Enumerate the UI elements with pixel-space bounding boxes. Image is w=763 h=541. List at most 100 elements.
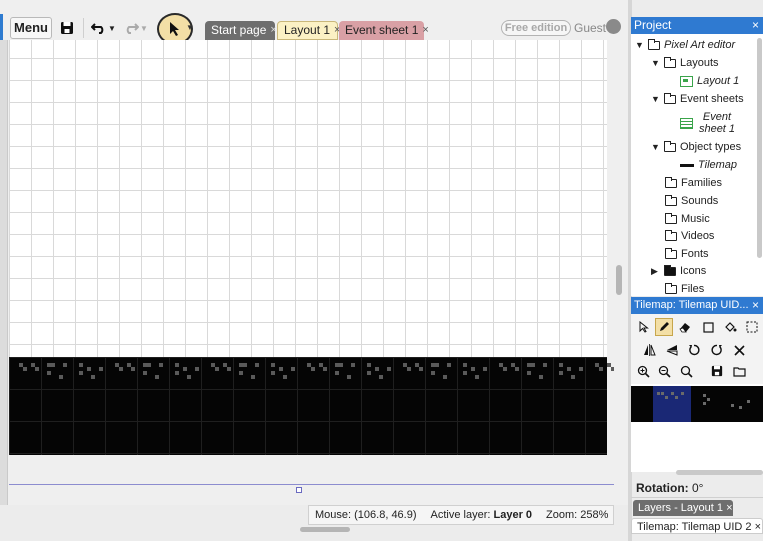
- rotate-ccw-icon[interactable]: [685, 341, 703, 359]
- close-icon[interactable]: ×: [752, 17, 759, 34]
- selection-icon[interactable]: [743, 318, 761, 336]
- flip-icon[interactable]: [663, 341, 681, 359]
- select-dropdown-icon[interactable]: ▼: [186, 23, 194, 32]
- rotate-cw-icon[interactable]: [708, 341, 726, 359]
- tile-pixel: [443, 375, 447, 379]
- tile-pixel: [407, 367, 411, 371]
- layout-boundary: [9, 484, 614, 485]
- canvas-margin: [9, 455, 607, 505]
- tile-pixel: [87, 367, 91, 371]
- tile-pixel: [559, 371, 563, 375]
- tree-item-event-sheets[interactable]: ▼ Event sheets: [651, 92, 744, 105]
- tileset-scrollbar[interactable]: [676, 470, 763, 475]
- expand-triangle-icon[interactable]: ▼: [635, 40, 644, 50]
- tree-item-files[interactable]: Files: [665, 282, 704, 295]
- tile-pixel: [671, 392, 674, 395]
- resize-handle[interactable]: [296, 487, 302, 493]
- tree-item-event-sheet-1[interactable]: Event sheet 1: [680, 111, 740, 135]
- tree-item-families[interactable]: Families: [665, 176, 722, 189]
- folder-icon: [664, 56, 676, 68]
- redo-dropdown-icon[interactable]: ▼: [138, 16, 150, 40]
- mirror-icon[interactable]: [640, 341, 658, 359]
- tab-layers[interactable]: Layers - Layout 1 ×: [633, 500, 733, 516]
- folder-icon: [664, 92, 676, 104]
- folder-icon[interactable]: [730, 362, 748, 380]
- tile-pixel: [291, 367, 295, 371]
- eraser-icon[interactable]: [676, 318, 694, 336]
- tileset-preview[interactable]: [631, 384, 763, 472]
- tile-pixel: [515, 367, 519, 371]
- canvas-left-gutter: [0, 40, 8, 505]
- tree-item-layouts[interactable]: ▼ Layouts: [651, 56, 719, 69]
- tab-event-sheet-1[interactable]: Event sheet 1 ×: [339, 21, 429, 40]
- tree-item-videos[interactable]: Videos: [665, 229, 714, 242]
- tile-pixel: [661, 392, 664, 395]
- undo-dropdown-icon[interactable]: ▼: [106, 16, 118, 40]
- tile-pixel: [311, 367, 315, 371]
- tab-tilemap[interactable]: Tilemap: Tilemap UID 2 ×: [631, 518, 763, 534]
- collapsed-triangle-icon[interactable]: ▶: [651, 266, 660, 277]
- tree-item-icons[interactable]: ▶ Icons: [651, 264, 706, 277]
- tree-item-fonts[interactable]: Fonts: [665, 247, 709, 260]
- tile-pixel: [335, 371, 339, 375]
- close-icon[interactable]: ×: [270, 21, 276, 40]
- tilemap-strip[interactable]: [9, 357, 614, 455]
- tile-pixel: [271, 371, 275, 375]
- tile-pixel: [51, 363, 55, 367]
- expand-triangle-icon[interactable]: ▼: [651, 94, 660, 104]
- close-icon[interactable]: ×: [755, 521, 761, 533]
- folder-icon: [665, 282, 677, 294]
- tile-pixel: [463, 363, 467, 367]
- tileset-band[interactable]: [631, 386, 763, 422]
- tile-pixel: [283, 375, 287, 379]
- zoom-out-icon[interactable]: [655, 362, 673, 380]
- save-icon[interactable]: [708, 362, 726, 380]
- tree-item-sounds[interactable]: Sounds: [665, 194, 718, 207]
- tree-item-layout-1[interactable]: Layout 1: [680, 75, 739, 87]
- project-tree: ▼ Pixel Art editor ▼ Layouts Layout 1 ▼ Eve…: [631, 34, 763, 296]
- zoom-in-icon[interactable]: [634, 362, 652, 380]
- tree-item-music[interactable]: Music: [665, 212, 710, 225]
- tile-pixel: [463, 371, 467, 375]
- expand-triangle-icon[interactable]: ▼: [651, 58, 660, 68]
- folder-icon: [665, 194, 677, 206]
- menu-button[interactable]: Menu: [10, 17, 52, 39]
- pencil-icon[interactable]: [655, 318, 673, 336]
- tree-item-project[interactable]: ▼ Pixel Art editor: [635, 38, 735, 51]
- rectangle-icon[interactable]: [699, 318, 717, 336]
- grid-area[interactable]: [9, 40, 607, 358]
- tile-pixel: [707, 398, 710, 401]
- tile-pixel: [431, 371, 435, 375]
- horizontal-scroll-thumb[interactable]: [300, 527, 350, 532]
- tile-pixel: [159, 363, 163, 367]
- guest-label[interactable]: Guest: [574, 21, 606, 35]
- tile-pixel: [143, 371, 147, 375]
- tile-pixel: [379, 375, 383, 379]
- zoom-reset-icon[interactable]: [677, 362, 695, 380]
- pointer-icon[interactable]: [635, 318, 653, 336]
- save-icon[interactable]: [56, 16, 78, 40]
- tab-layout-1[interactable]: Layout 1 ×: [277, 21, 340, 40]
- tab-label: Layout 1: [284, 23, 331, 37]
- tile-pixel: [279, 367, 283, 371]
- folder-icon: [648, 38, 660, 50]
- tab-start-page[interactable]: Start page ×: [205, 21, 277, 40]
- avatar[interactable]: [606, 19, 621, 34]
- active-layer-readout: Active layer: Layer 0: [430, 509, 533, 521]
- layout-canvas[interactable]: [0, 40, 614, 505]
- tree-item-tilemap[interactable]: Tilemap: [680, 159, 737, 171]
- clear-icon[interactable]: [730, 341, 748, 359]
- close-icon[interactable]: ×: [726, 502, 732, 514]
- tree-item-object-types[interactable]: ▼ Object types: [651, 140, 741, 153]
- tile-pixel: [367, 363, 371, 367]
- close-icon[interactable]: ×: [752, 297, 759, 314]
- close-icon[interactable]: ×: [422, 21, 428, 40]
- status-bar: Mouse: (106.8, 46.9) Active layer: Layer…: [308, 505, 614, 525]
- vertical-scroll-thumb[interactable]: [616, 265, 622, 295]
- expand-triangle-icon[interactable]: ▼: [651, 142, 660, 152]
- free-edition-badge[interactable]: Free edition: [501, 20, 571, 36]
- tile-pixel: [531, 363, 535, 367]
- tile-pixel: [387, 367, 391, 371]
- fill-icon[interactable]: [721, 318, 739, 336]
- project-scrollbar[interactable]: [757, 38, 762, 258]
